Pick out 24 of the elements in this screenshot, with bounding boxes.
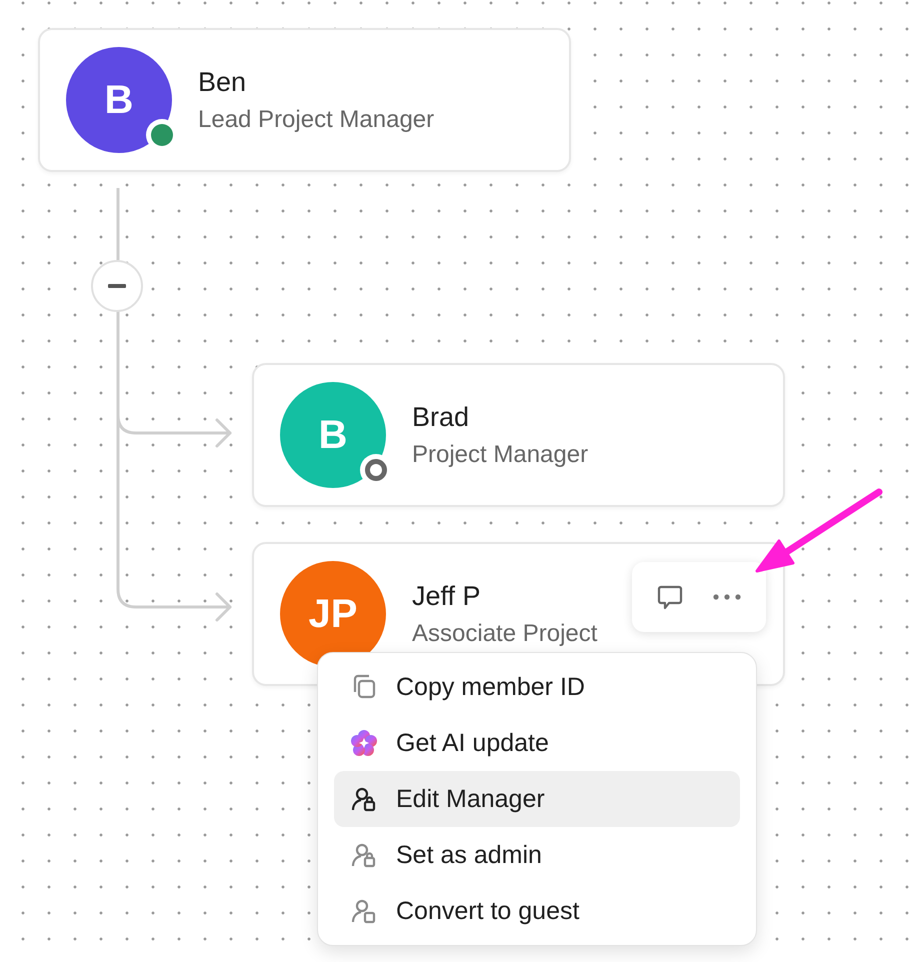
member-name: Brad [412, 402, 470, 432]
sparkle-icon [350, 729, 378, 757]
member-name: Jeff P [412, 580, 482, 612]
menu-item[interactable]: Set as admin [334, 827, 740, 883]
member-role: Lead Project Manager [198, 106, 434, 134]
minus-icon [108, 284, 126, 288]
member-card[interactable]: B Ben Lead Project Manager [38, 28, 571, 172]
collapse-button[interactable] [91, 260, 143, 312]
member-role: Project Manager [412, 440, 588, 468]
person-lock-icon [350, 841, 378, 869]
member-role: Associate Project [412, 620, 598, 648]
menu-item[interactable]: Convert to guest [334, 883, 740, 939]
person-lock-icon [350, 785, 378, 813]
person-square-icon [350, 897, 378, 925]
menu-item[interactable]: Edit Manager [334, 771, 740, 827]
more-icon [712, 593, 742, 601]
member-name: Ben [198, 66, 248, 98]
connector-line [116, 188, 120, 260]
avatar-initials: JP [308, 594, 358, 634]
avatar-initials: B [318, 415, 348, 455]
avatar-initials: B [104, 80, 134, 120]
member-card[interactable]: B Brad Project Manager [252, 363, 785, 507]
speech-bubble-icon [656, 583, 684, 611]
menu-item[interactable]: Get AI update [334, 715, 740, 771]
